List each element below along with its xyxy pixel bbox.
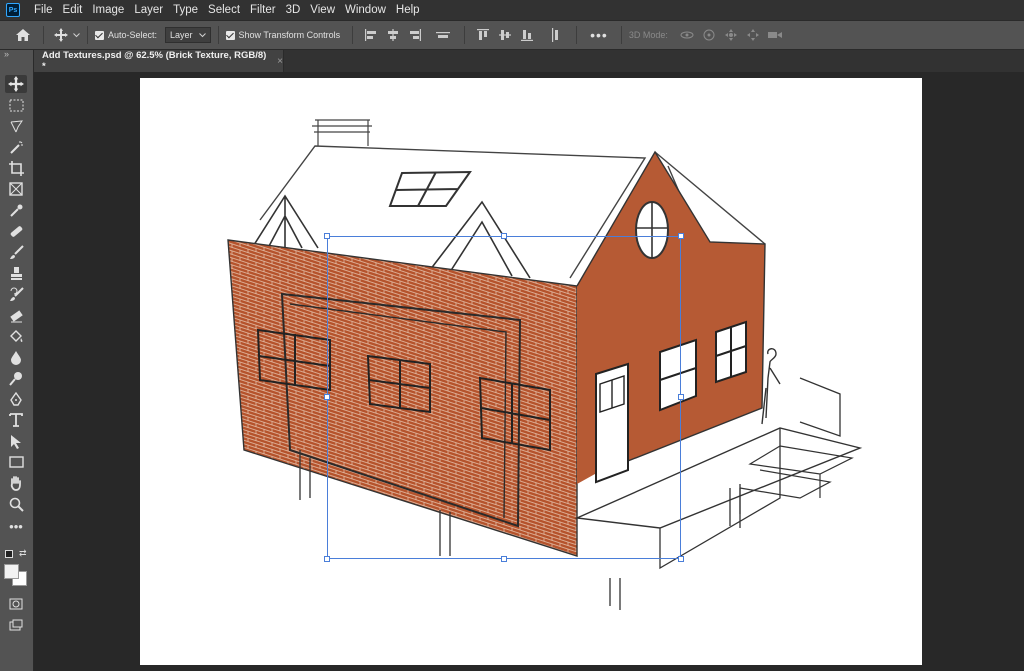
crop-tool-icon[interactable]	[5, 159, 27, 177]
move-tool-preset-icon[interactable]	[54, 28, 68, 42]
pen-tool-icon[interactable]	[5, 390, 27, 408]
swap-colors-icon[interactable]: ⇄	[19, 548, 27, 559]
menu-select[interactable]: Select	[203, 4, 245, 16]
menu-image[interactable]: Image	[87, 4, 129, 16]
distribute-icon[interactable]	[436, 28, 451, 42]
menu-view[interactable]: View	[305, 4, 340, 16]
collapse-panel-icon[interactable]: »	[4, 49, 9, 59]
clone-stamp-tool-icon[interactable]	[5, 264, 27, 282]
auto-select-checkbox[interactable]	[95, 30, 104, 40]
document-tab-title: Add Textures.psd @ 62.5% (Brick Texture,…	[42, 50, 267, 72]
lasso-tool-icon[interactable]	[5, 117, 27, 135]
history-brush-tool-icon[interactable]	[5, 285, 27, 303]
menu-3d[interactable]: 3D	[281, 4, 306, 16]
photoshop-logo-icon[interactable]: Ps	[6, 3, 20, 17]
transform-handle-top-right[interactable]	[678, 233, 684, 239]
marquee-tool-icon[interactable]	[5, 96, 27, 114]
menu-filter[interactable]: Filter	[245, 4, 281, 16]
healing-brush-tool-icon[interactable]	[5, 222, 27, 240]
hand-tool-icon[interactable]	[5, 474, 27, 492]
slide-3d-icon	[746, 28, 760, 42]
separator	[620, 26, 622, 44]
chevron-down-icon	[198, 32, 206, 37]
screen-mode-icon[interactable]	[5, 616, 27, 634]
eraser-tool-icon[interactable]	[5, 306, 27, 324]
show-transform-checkbox[interactable]	[225, 30, 235, 40]
canvas-area[interactable]	[34, 72, 1024, 671]
separator	[217, 26, 219, 44]
transform-handle-bottom[interactable]	[501, 556, 507, 562]
foreground-color-swatch[interactable]	[4, 564, 19, 579]
chevron-down-icon[interactable]	[73, 32, 80, 38]
menu-bar: Ps File Edit Image Layer Type Select Fil…	[0, 0, 1024, 20]
align-bottom-edges-icon[interactable]	[520, 28, 534, 42]
show-transform-label: Show Transform Controls	[238, 30, 341, 40]
document-canvas[interactable]	[140, 78, 922, 665]
brush-tool-icon[interactable]	[5, 243, 27, 261]
document-tab[interactable]: Add Textures.psd @ 62.5% (Brick Texture,…	[34, 50, 284, 72]
transform-handle-bottom-left[interactable]	[324, 556, 330, 562]
eyedropper-tool-icon[interactable]	[5, 201, 27, 219]
auto-select-dropdown[interactable]: Layer	[165, 27, 211, 43]
dodge-tool-icon[interactable]	[5, 369, 27, 387]
align-left-edges-icon[interactable]	[364, 28, 378, 42]
paint-bucket-tool-icon[interactable]	[5, 327, 27, 345]
menu-type[interactable]: Type	[168, 4, 203, 16]
align-vertical-centers-icon[interactable]	[498, 28, 512, 42]
separator	[43, 26, 44, 44]
orbit-3d-icon	[680, 28, 694, 42]
menu-layer[interactable]: Layer	[129, 4, 168, 16]
distribute-vertical-icon[interactable]	[548, 28, 562, 42]
auto-select-label: Auto-Select:	[108, 30, 158, 40]
magic-wand-tool-icon[interactable]	[5, 138, 27, 156]
align-horizontal-centers-icon[interactable]	[386, 28, 400, 42]
tools-panel: » ••• ⇄	[0, 49, 34, 671]
document-tab-bar: Add Textures.psd @ 62.5% (Brick Texture,…	[34, 50, 1024, 72]
separator	[464, 26, 466, 44]
frame-tool-icon[interactable]	[5, 180, 27, 198]
menu-edit[interactable]: Edit	[58, 4, 88, 16]
default-colors-icon[interactable]	[5, 550, 13, 558]
roll-3d-icon	[702, 28, 716, 42]
options-bar: Auto-Select: Layer Show Transform Contro…	[0, 20, 1024, 50]
zoom-tool-icon[interactable]	[5, 495, 27, 513]
menu-file[interactable]: File	[29, 4, 58, 16]
home-icon[interactable]	[15, 28, 31, 42]
auto-select-value: Layer	[170, 30, 193, 40]
video-camera-icon	[767, 28, 782, 42]
transform-handle-right[interactable]	[678, 394, 684, 400]
menu-window[interactable]: Window	[340, 4, 391, 16]
path-selection-tool-icon[interactable]	[5, 432, 27, 450]
more-options-icon[interactable]: •••	[590, 27, 608, 43]
blur-tool-icon[interactable]	[5, 348, 27, 366]
mode-3d-label: 3D Mode:	[628, 30, 668, 40]
rectangle-tool-icon[interactable]	[5, 453, 27, 471]
align-right-edges-icon[interactable]	[408, 28, 422, 42]
menu-help[interactable]: Help	[391, 4, 425, 16]
move-tool-icon[interactable]	[5, 75, 27, 93]
transform-handle-top-left[interactable]	[324, 233, 330, 239]
align-top-edges-icon[interactable]	[476, 28, 490, 42]
separator	[87, 26, 88, 44]
pan-3d-icon	[724, 28, 738, 42]
more-tools-icon[interactable]: •••	[5, 517, 27, 535]
separator	[576, 26, 578, 44]
transform-handle-bottom-right[interactable]	[678, 556, 684, 562]
quick-mask-icon[interactable]	[5, 595, 27, 613]
separator	[352, 26, 354, 44]
transform-handle-left[interactable]	[324, 394, 330, 400]
transform-handle-top[interactable]	[501, 233, 507, 239]
close-icon[interactable]: ×	[277, 56, 283, 67]
type-tool-icon[interactable]	[5, 411, 27, 429]
transform-bounding-box[interactable]	[324, 233, 684, 562]
